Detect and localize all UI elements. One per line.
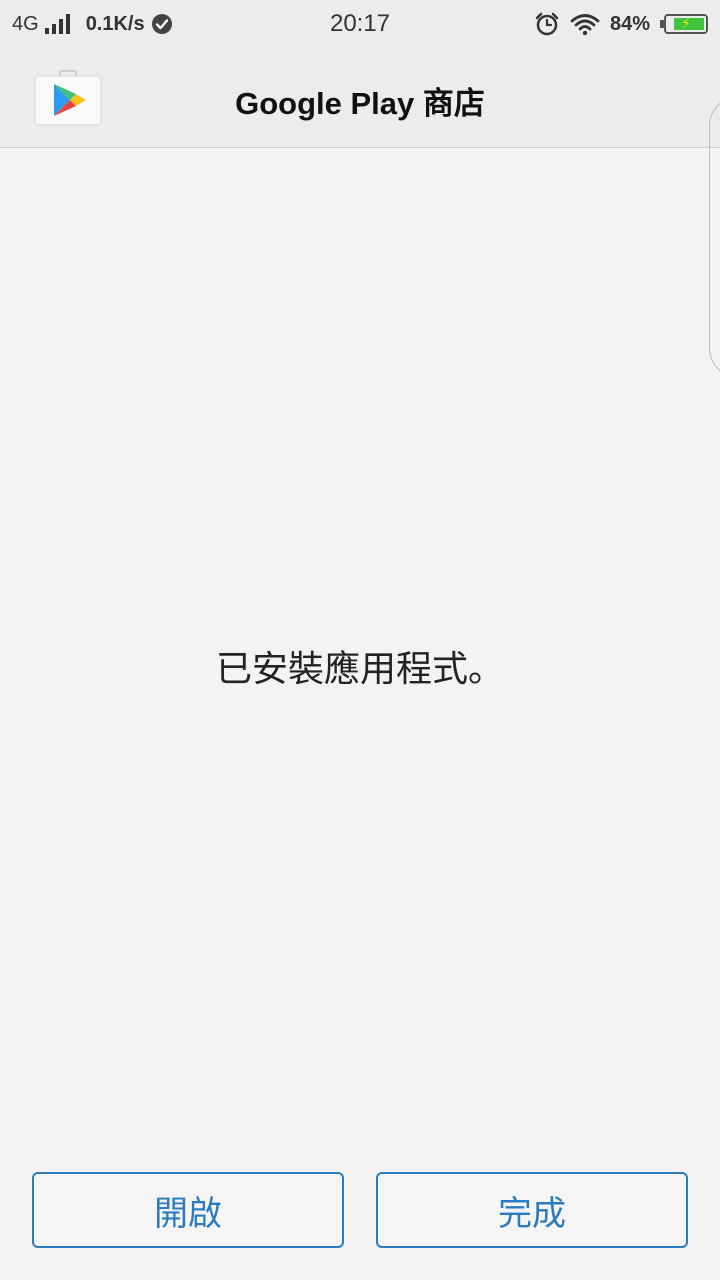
status-bar: 4G 0.1K/s 20:17 84% ⚡ bbox=[0, 0, 720, 48]
screen: 4G 0.1K/s 20:17 84% ⚡ Google Play 商店 已安裝… bbox=[0, 0, 720, 1280]
check-circle-icon bbox=[151, 14, 172, 34]
screen-edge-curve bbox=[709, 96, 720, 378]
battery-percent: 84% bbox=[609, 12, 650, 35]
bolt-icon: ⚡ bbox=[681, 16, 691, 32]
network-type: 4G bbox=[12, 12, 39, 35]
install-status-message: 已安裝應用程式。 bbox=[215, 649, 504, 690]
status-left: 4G 0.1K/s bbox=[12, 10, 173, 38]
open-button[interactable]: 開啟 bbox=[32, 1172, 344, 1248]
done-button[interactable]: 完成 bbox=[376, 1172, 688, 1248]
page-title: Google Play 商店 bbox=[235, 86, 485, 121]
wifi-icon bbox=[570, 14, 600, 36]
alarm-icon bbox=[535, 12, 559, 36]
app-header: Google Play 商店 bbox=[0, 48, 720, 148]
network-speed: 0.1K/s bbox=[85, 12, 145, 35]
signal-icon bbox=[44, 14, 70, 34]
status-right: 84% ⚡ bbox=[534, 9, 708, 39]
battery-charging-icon: ⚡ bbox=[660, 14, 708, 34]
